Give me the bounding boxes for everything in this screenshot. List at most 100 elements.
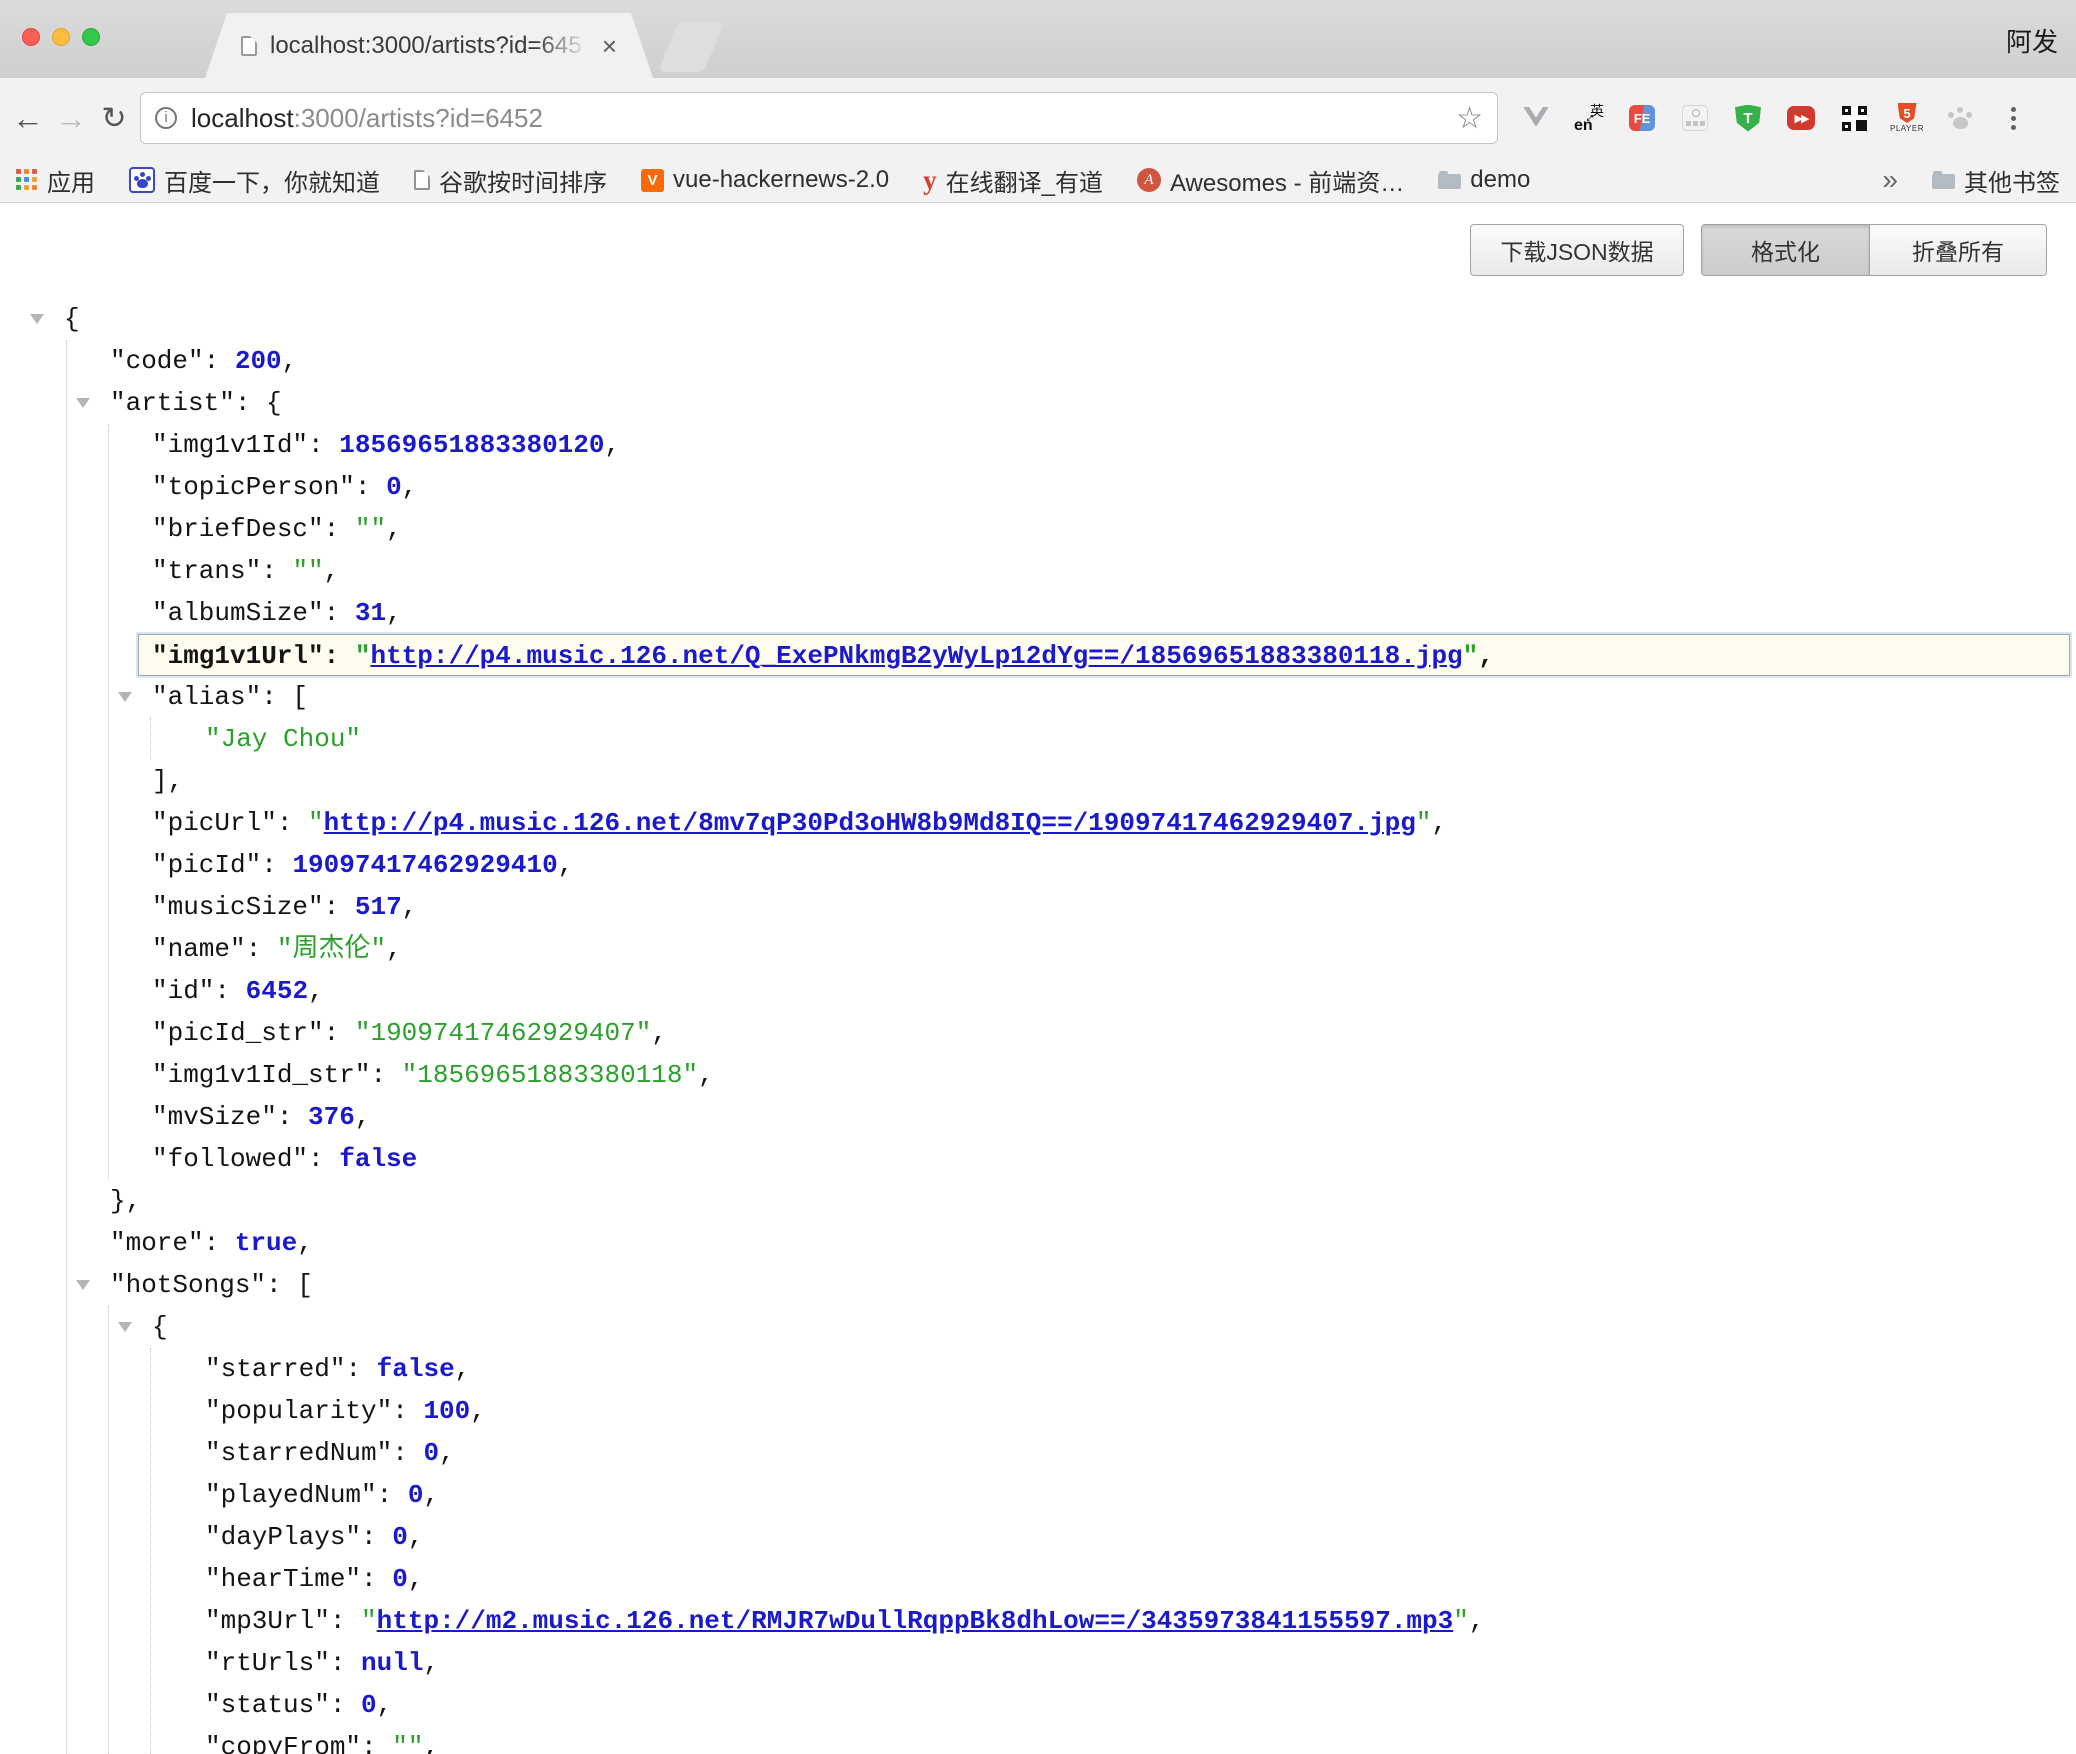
sitemap-icon[interactable] [1675, 90, 1715, 146]
json-token: 0 [408, 1480, 424, 1510]
json-token: , [1478, 641, 1494, 671]
youdao-icon: y [923, 170, 937, 190]
bookmark-baidu[interactable]: 百度一下，你就知道 [129, 163, 380, 198]
browser-toolbar: ← → ↻ i localhost:3000/artists?id=6452 ☆… [0, 78, 2076, 158]
json-line: "hotSongs": [ [0, 1264, 2076, 1306]
paw-icon[interactable] [1940, 90, 1980, 146]
json-url-link[interactable]: http://p4.music.126.net/Q_ExePNkmgB2yWyL… [370, 641, 1462, 671]
json-token: "albumSize" [152, 598, 324, 628]
json-token: "mp3Url" [205, 1606, 330, 1636]
json-token: : [324, 598, 355, 628]
new-tab-button[interactable] [658, 22, 724, 72]
bookmark-folder-demo[interactable]: demo [1438, 166, 1530, 194]
json-token: , [651, 1018, 667, 1048]
json-token: { [152, 1312, 168, 1342]
json-token: : [355, 472, 386, 502]
json-url-link[interactable]: http://m2.music.126.net/RMJR7wDullRqppBk… [377, 1606, 1454, 1636]
apps-grid-icon [16, 169, 38, 191]
collapse-toggle-icon[interactable] [76, 1280, 90, 1290]
tab-close-icon[interactable]: × [602, 33, 617, 59]
json-line: "playedNum": 0, [0, 1474, 2076, 1516]
other-bookmarks-folder[interactable]: 其他书签 [1932, 163, 2060, 198]
url-text[interactable]: localhost:3000/artists?id=6452 [191, 103, 543, 134]
qr-code-icon[interactable] [1834, 90, 1874, 146]
json-line: "mvSize": 376, [0, 1096, 2076, 1138]
json-token: , [386, 934, 402, 964]
json-token: "briefDesc" [152, 514, 324, 544]
json-token: : [392, 1396, 423, 1426]
json-token: "" [355, 514, 386, 544]
window-close-button[interactable] [22, 28, 40, 46]
bookmarks-overflow-chevron[interactable]: » [1882, 164, 1898, 196]
collapse-toggle-icon[interactable] [30, 314, 44, 324]
fe-toolbox-icon[interactable]: FE [1622, 90, 1662, 146]
json-line: "briefDesc": "", [0, 508, 2076, 550]
json-token: : [361, 1564, 392, 1594]
json-token: , [377, 1690, 393, 1720]
collapse-toggle-icon[interactable] [118, 1322, 132, 1332]
address-bar[interactable]: i localhost:3000/artists?id=6452 ☆ [140, 92, 1498, 144]
speed-glyph: ▶▶ [1787, 106, 1815, 130]
bookmark-label: demo [1470, 166, 1530, 194]
json-token: , [386, 598, 402, 628]
browser-tab[interactable]: localhost:3000/artists?id=645 × [205, 13, 653, 78]
bookmark-awesomes[interactable]: A Awesomes - 前端资… [1137, 163, 1404, 198]
json-line: { [0, 1306, 2076, 1348]
json-line: "hearTime": 0, [0, 1558, 2076, 1600]
json-token: 0 [423, 1438, 439, 1468]
shield-t-icon[interactable]: T [1728, 90, 1768, 146]
json-line: "picUrl": "http://p4.music.126.net/8mv7q… [0, 802, 2076, 844]
back-button[interactable]: ← [6, 78, 50, 158]
json-line: ], [0, 760, 2076, 802]
format-button[interactable]: 格式化 [1702, 225, 1870, 275]
json-token: ], [152, 766, 183, 796]
json-token: "starred" [205, 1354, 345, 1384]
bookmark-star-icon[interactable]: ☆ [1456, 101, 1483, 136]
json-token: , [282, 346, 298, 376]
forward-button: → [49, 78, 93, 158]
json-line: "id": 6452, [0, 970, 2076, 1012]
bookmark-vue-hackernews[interactable]: V vue-hackernews-2.0 [641, 166, 889, 194]
json-token: : [330, 1606, 361, 1636]
json-token: 517 [355, 892, 402, 922]
bookmark-youdao[interactable]: y 在线翻译_有道 [923, 163, 1103, 198]
json-token: true [235, 1228, 297, 1258]
json-token: "picUrl" [152, 808, 277, 838]
json-token: "" [392, 1732, 423, 1754]
collapse-toggle-icon[interactable] [76, 398, 90, 408]
html5-player-icon[interactable]: 5 PLAYER [1887, 90, 1927, 146]
profile-name[interactable]: 阿发 [2006, 22, 2058, 59]
json-token: , [698, 1060, 714, 1090]
bookmark-google-sort[interactable]: 谷歌按时间排序 [414, 163, 607, 198]
page-info-icon[interactable]: i [155, 107, 177, 129]
sitemap-glyph [1682, 105, 1708, 131]
json-token: false [339, 1144, 417, 1174]
json-token: : [246, 934, 277, 964]
window-minimize-button[interactable] [52, 28, 70, 46]
reload-button[interactable]: ↻ [92, 78, 136, 158]
vue-devtools-icon[interactable] [1516, 90, 1556, 146]
bookmark-label: 应用 [47, 163, 95, 198]
download-json-button[interactable]: 下载JSON数据 [1470, 224, 1684, 276]
json-token: "img1v1Id" [152, 430, 308, 460]
collapse-toggle-icon[interactable] [118, 692, 132, 702]
json-line: "rtUrls": null, [0, 1642, 2076, 1684]
json-token: "" [292, 556, 323, 586]
video-speed-icon[interactable]: ▶▶ [1781, 90, 1821, 146]
json-token: : [261, 850, 292, 880]
window-zoom-button[interactable] [82, 28, 100, 46]
json-token: : [330, 1690, 361, 1720]
h5-player-label: PLAYER [1890, 124, 1924, 133]
json-url-link[interactable]: http://p4.music.126.net/8mv7qP30Pd3oHW8b… [324, 808, 1416, 838]
bookmark-label: 百度一下，你就知道 [164, 163, 380, 198]
collapse-all-button[interactable]: 折叠所有 [1870, 225, 2046, 275]
chrome-menu-button[interactable] [1993, 90, 2033, 146]
json-token: { [64, 304, 80, 334]
bookmark-apps[interactable]: 应用 [16, 163, 95, 198]
json-token: : [330, 1648, 361, 1678]
json-token: 6452 [246, 976, 308, 1006]
bookmark-label: Awesomes - 前端资… [1170, 163, 1404, 198]
translator-icon[interactable]: 英 ↔ en [1569, 90, 1609, 146]
json-token: , [402, 892, 418, 922]
fe-glyph: FE [1629, 105, 1655, 131]
